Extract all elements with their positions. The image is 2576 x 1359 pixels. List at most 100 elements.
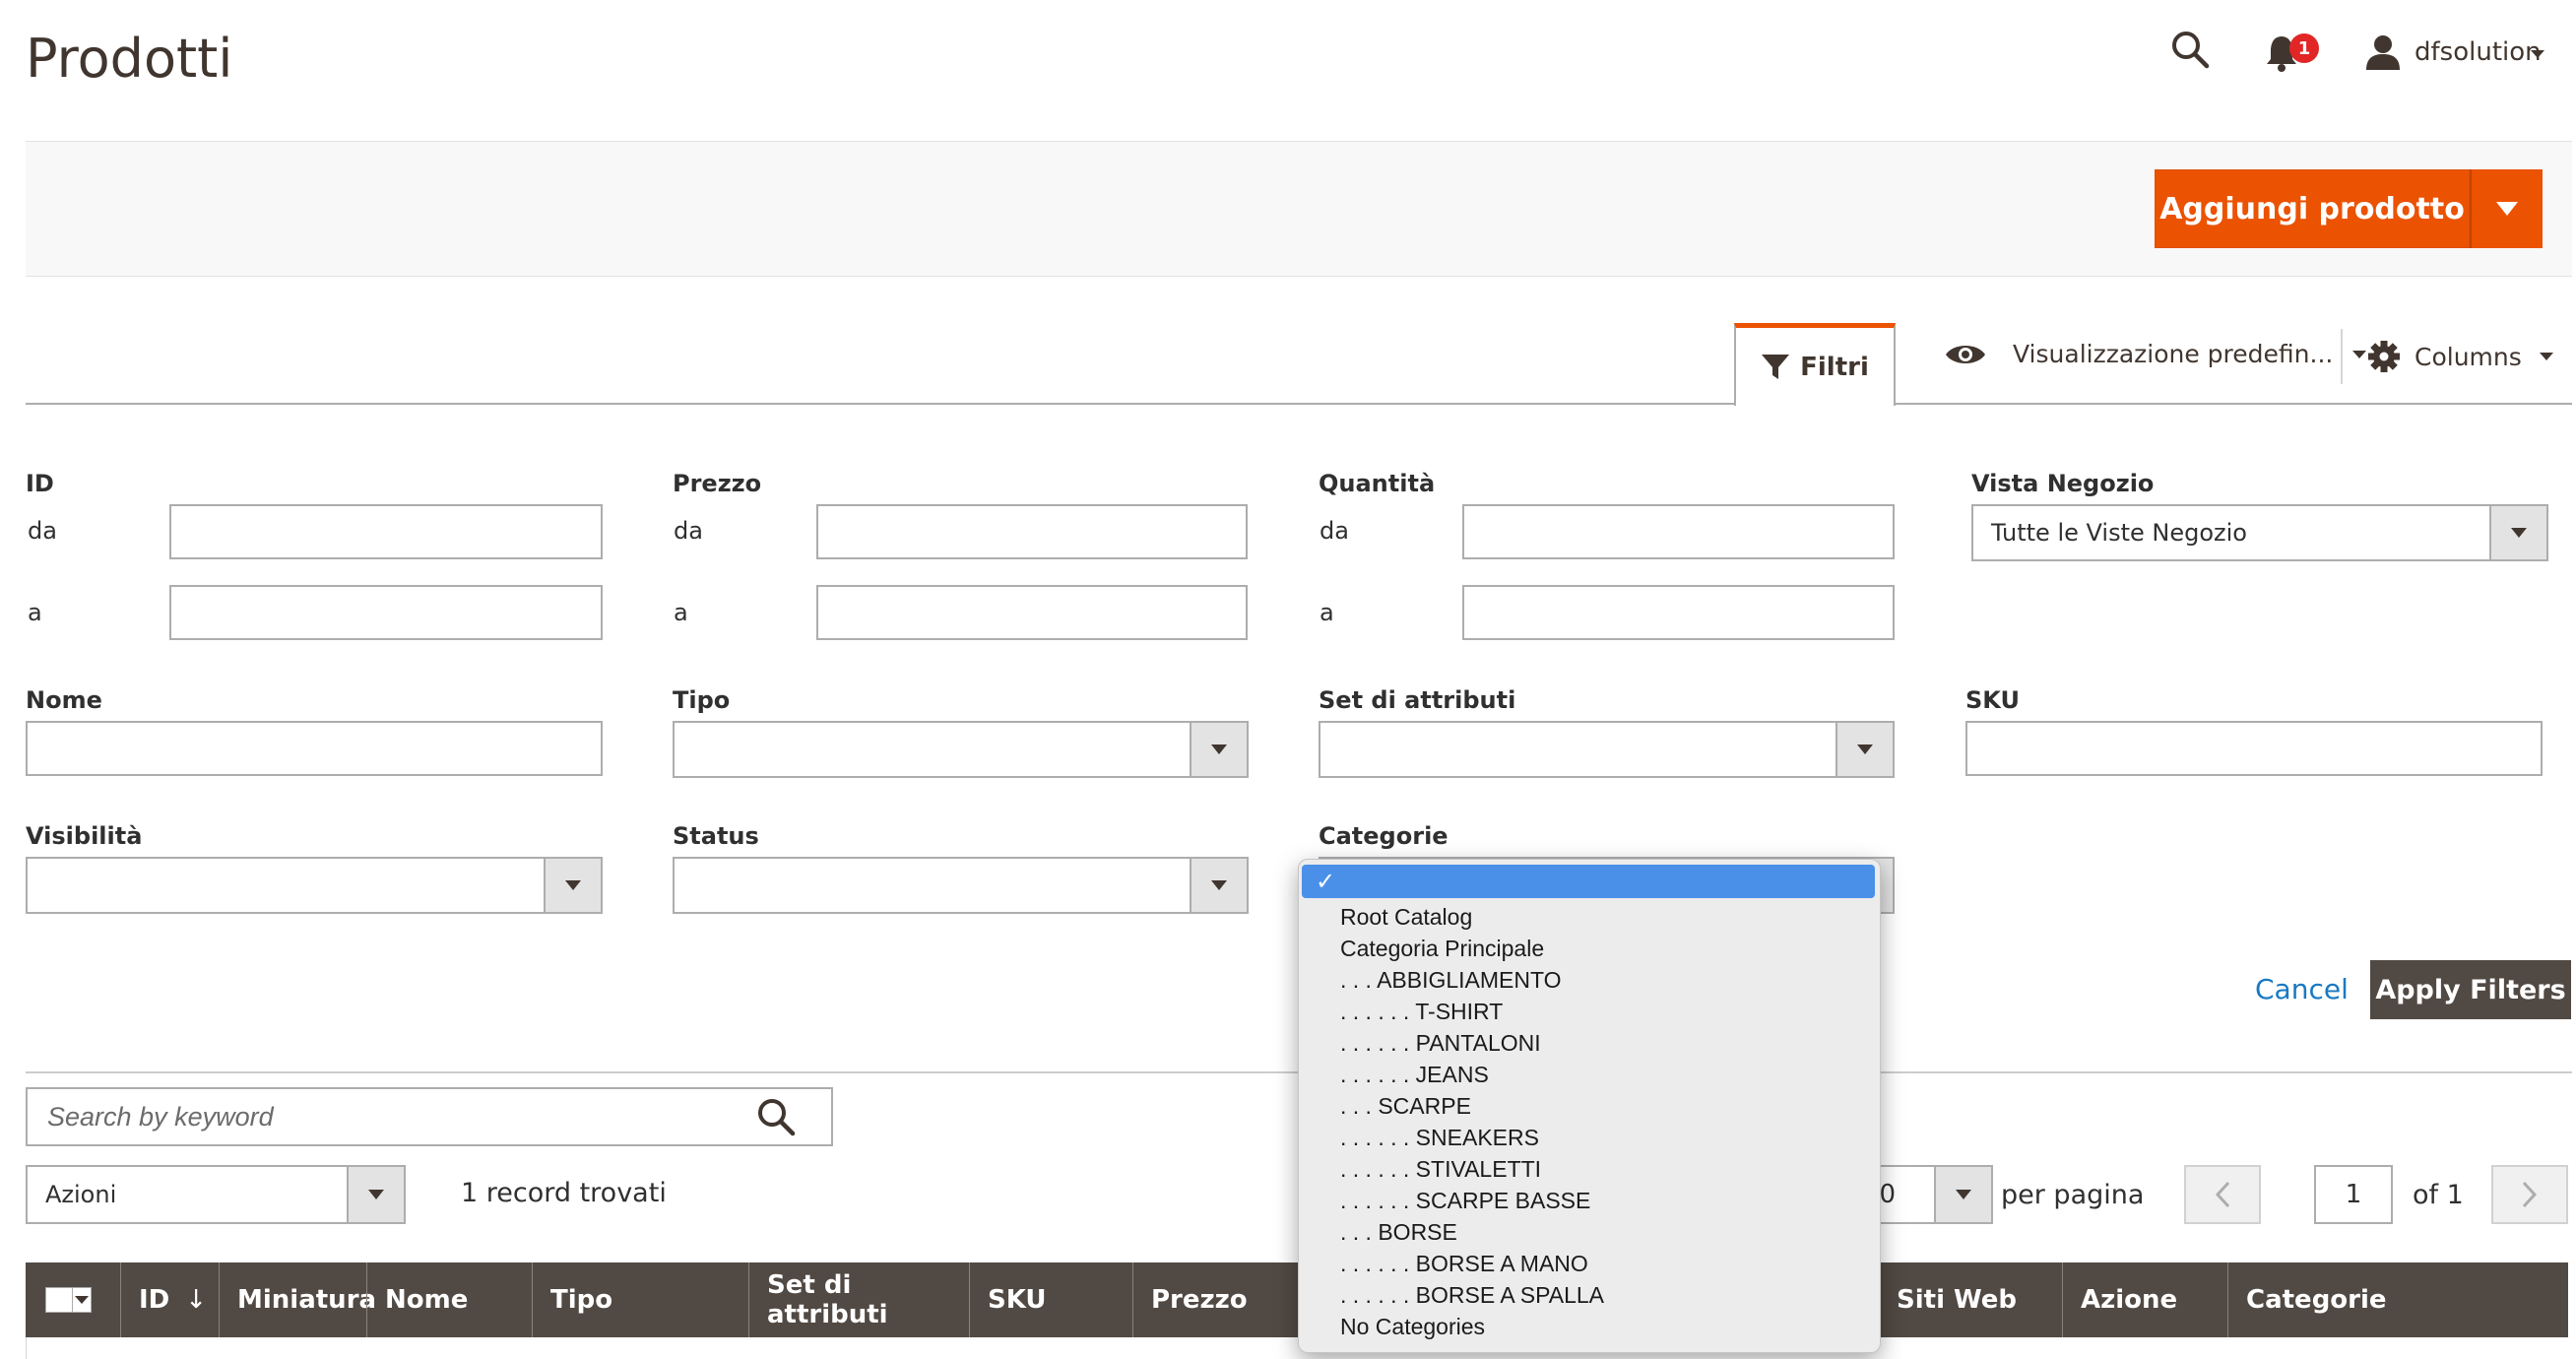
filter-price-label: Prezzo: [673, 470, 762, 497]
filter-type-label: Tipo: [673, 686, 731, 714]
per-page-label: per pagina: [2001, 1180, 2145, 1210]
filter-id-from-input[interactable]: [169, 504, 603, 559]
tab-filters[interactable]: Filtri: [1734, 323, 1896, 406]
next-page-button[interactable]: [2491, 1165, 2568, 1224]
dropdown-option[interactable]: . . . . . . BORSE A MANO: [1340, 1248, 1588, 1279]
filter-id-from-label: da: [28, 517, 57, 545]
filter-quantity-label: Quantità: [1319, 470, 1436, 497]
filter-icon: [1762, 354, 1790, 379]
chevron-down-icon: [2352, 350, 2367, 358]
column-header-price[interactable]: Prezzo: [1132, 1262, 1308, 1337]
filter-attribute-set-select[interactable]: [1319, 721, 1895, 778]
chevron-down-icon: [2496, 202, 2518, 216]
mass-actions-label: Azioni: [45, 1181, 117, 1208]
filter-visibility-label: Visibilità: [26, 822, 143, 850]
column-header-id[interactable]: ID ↓: [120, 1262, 219, 1337]
chevron-left-icon: [2215, 1181, 2230, 1208]
dropdown-option[interactable]: . . . . . . PANTALONI: [1340, 1027, 1541, 1059]
apply-filters-button[interactable]: Apply Filters: [2370, 960, 2571, 1019]
filter-categories-label: Categorie: [1319, 822, 1449, 850]
filter-store-view-label: Vista Negozio: [1971, 470, 2155, 497]
page-title: Prodotti: [26, 28, 233, 90]
cancel-filters-link[interactable]: Cancel: [2255, 973, 2349, 1005]
dropdown-option[interactable]: Root Catalog: [1340, 901, 1472, 933]
filter-store-view-value: Tutte le Viste Negozio: [1991, 519, 2247, 547]
user-menu-chevron-down-icon[interactable]: [2531, 50, 2544, 58]
column-header-websites[interactable]: Siti Web: [1879, 1262, 2062, 1337]
filter-name-input[interactable]: [26, 721, 603, 776]
chevron-down-icon: [73, 1287, 92, 1313]
add-product-button[interactable]: Aggiungi prodotto: [2155, 169, 2470, 248]
toolbar-divider: [26, 403, 2572, 405]
dropdown-option[interactable]: No Categories: [1340, 1311, 1485, 1342]
column-header-action[interactable]: Azione: [2062, 1262, 2227, 1337]
select-all-checkbox[interactable]: [26, 1262, 120, 1337]
chevron-down-icon: [1190, 859, 1247, 912]
dropdown-option[interactable]: Categoria Principale: [1340, 933, 1544, 964]
dropdown-option[interactable]: . . . . . . STIVALETTI: [1340, 1153, 1541, 1185]
chevron-down-icon: [1934, 1167, 1991, 1222]
filter-attribute-set-label: Set di attributi: [1319, 686, 1516, 714]
filter-price-to-label: a: [674, 599, 688, 626]
view-selector-label: Visualizzazione predefin...: [2013, 340, 2334, 368]
user-icon[interactable]: [2363, 33, 2403, 75]
user-name[interactable]: dfsolution: [2415, 37, 2542, 67]
chevron-down-icon: [2539, 353, 2553, 360]
mass-actions-select[interactable]: Azioni: [26, 1165, 406, 1224]
column-header-sku[interactable]: SKU: [969, 1262, 1132, 1337]
dropdown-option[interactable]: . . . . . . SNEAKERS: [1340, 1122, 1539, 1153]
column-header-name[interactable]: Nome: [366, 1262, 532, 1337]
filter-sku-input[interactable]: [1965, 721, 2543, 776]
dropdown-option[interactable]: . . . . . . T-SHIRT: [1340, 996, 1503, 1027]
column-header-id-label: ID: [139, 1285, 170, 1315]
current-page-input[interactable]: 1: [2314, 1165, 2393, 1224]
dropdown-option[interactable]: . . . . . . BORSE A SPALLA: [1340, 1279, 1604, 1311]
dropdown-option-empty-selected[interactable]: ✓: [1302, 865, 1875, 898]
column-header-categories[interactable]: Categorie: [2227, 1262, 2568, 1337]
filter-sku-label: SKU: [1965, 686, 2020, 714]
column-header-thumbnail[interactable]: Miniatura: [219, 1262, 376, 1337]
notification-badge: 1: [2289, 33, 2319, 63]
chevron-down-icon: [1835, 723, 1893, 776]
dropdown-option[interactable]: . . . BORSE: [1340, 1216, 1457, 1248]
dropdown-option[interactable]: . . . SCARPE: [1340, 1090, 1471, 1122]
filter-quantity-to-input[interactable]: [1462, 585, 1895, 640]
filter-store-view-select[interactable]: Tutte le Viste Negozio: [1971, 504, 2548, 561]
filter-price-from-label: da: [674, 517, 703, 545]
filter-visibility-select[interactable]: [26, 857, 603, 914]
total-pages-label: of 1: [2413, 1180, 2464, 1210]
search-input[interactable]: [26, 1087, 833, 1146]
categories-dropdown-list[interactable]: ✓ Root Catalog Categoria Principale. . . …: [1298, 859, 1881, 1353]
tab-filters-label: Filtri: [1800, 352, 1869, 382]
filter-quantity-from-input[interactable]: [1462, 504, 1895, 559]
sort-arrow-down-icon: ↓: [185, 1285, 207, 1315]
chevron-down-icon: [1190, 723, 1247, 776]
chevron-down-icon: [544, 859, 601, 912]
column-header-type[interactable]: Tipo: [532, 1262, 748, 1337]
column-header-attribute-set[interactable]: Set di attributi: [748, 1262, 969, 1337]
previous-page-button[interactable]: [2184, 1165, 2261, 1224]
columns-selector[interactable]: Columns: [2367, 340, 2553, 373]
eye-icon: [1946, 345, 1985, 363]
checkbox-icon: [45, 1287, 73, 1313]
filter-price-from-input[interactable]: [816, 504, 1248, 559]
search-icon[interactable]: [2170, 30, 2210, 73]
gear-icon: [2368, 341, 2400, 372]
dropdown-option[interactable]: . . . . . . JEANS: [1340, 1059, 1489, 1090]
filter-type-select[interactable]: [673, 721, 1249, 778]
filter-status-select[interactable]: [673, 857, 1249, 914]
chevron-down-icon: [2489, 506, 2546, 559]
grid-header: ID ↓ Miniatura Nome Tipo Set di attribut…: [26, 1262, 2568, 1337]
dropdown-option[interactable]: . . . . . . SCARPE BASSE: [1340, 1185, 1590, 1216]
search-icon[interactable]: [756, 1097, 796, 1140]
add-product-split-toggle[interactable]: [2470, 169, 2543, 248]
filter-id-to-input[interactable]: [169, 585, 603, 640]
dropdown-option[interactable]: . . . ABBIGLIAMENTO: [1340, 964, 1562, 996]
filter-id-to-label: a: [28, 599, 42, 626]
filter-name-label: Nome: [26, 686, 102, 714]
filter-price-to-input[interactable]: [816, 585, 1248, 640]
chevron-down-icon: [347, 1167, 404, 1222]
view-selector[interactable]: Visualizzazione predefin...: [1944, 340, 2367, 368]
filter-id-label: ID: [26, 470, 54, 497]
toolbar-separator: [2341, 329, 2343, 384]
